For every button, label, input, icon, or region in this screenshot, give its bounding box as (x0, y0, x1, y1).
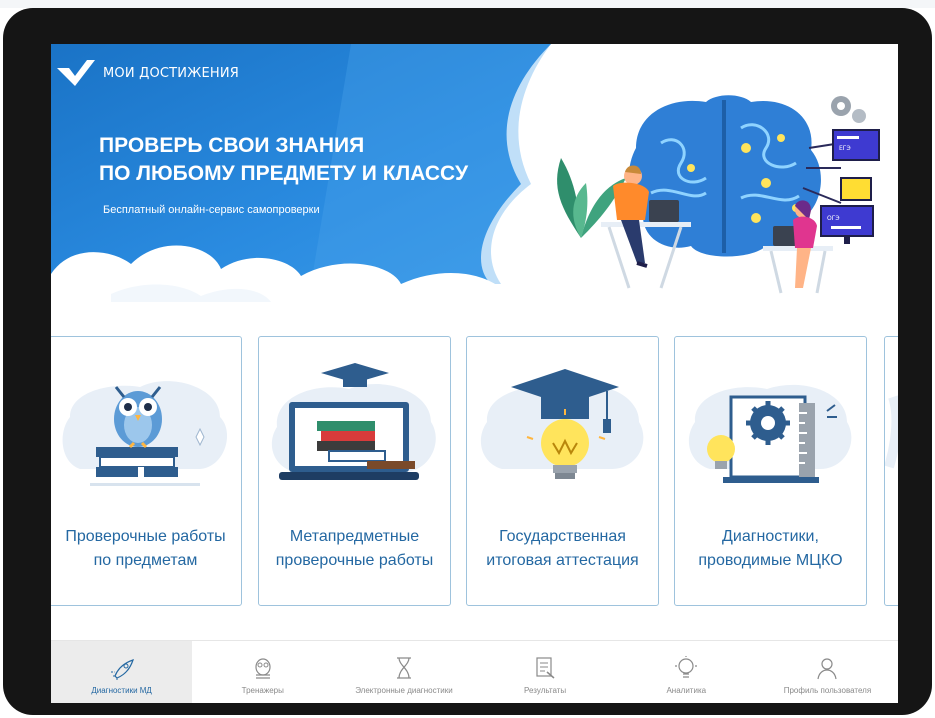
ege-screen-label: ЕГЭ (839, 145, 851, 152)
hero-banner: МОИ ДОСТИЖЕНИЯ ПРОВЕРЬ СВОИ ЗНАНИЯ ПО ЛЮ… (51, 44, 898, 334)
nav-item-results[interactable]: Результаты (475, 641, 616, 703)
card-subject-tests[interactable]: Проверочные работы по предметам (51, 336, 242, 606)
hourglass-icon (396, 657, 411, 679)
card-label: Метапредметные проверочные работы (259, 525, 450, 573)
lightbulb-icon (675, 656, 698, 678)
brand-logo[interactable]: МОИ ДОСТИЖЕНИЯ (57, 60, 239, 86)
card-label-line-1: Проверочные работы (65, 528, 226, 545)
card-metasubject-tests[interactable]: Метапредметные проверочные работы (258, 336, 451, 606)
brain-students-illustration: ЕГЭ ОГЭ (557, 95, 880, 294)
gear-ruler-icon (688, 384, 852, 483)
nav-label: Тренажеры (241, 686, 284, 695)
graduation-bulb-icon (480, 369, 644, 479)
nav-item-analytics[interactable]: Аналитика (616, 641, 757, 703)
checkmark-logo-icon (57, 60, 95, 86)
partial-card-illustration (885, 395, 898, 469)
nav-label: Результаты (524, 686, 567, 695)
nav-label: Электронные диагностики (355, 686, 453, 695)
owl-books-icon (62, 381, 228, 486)
nav-item-trainers[interactable]: Тренажеры (192, 641, 333, 703)
monitor-ege-icon: ЕГЭ (832, 129, 880, 161)
browser-top-strip (0, 0, 935, 8)
card-label-line-2: проводимые МЦКО (698, 552, 843, 569)
monitor-yellow-icon (840, 177, 872, 201)
card-label-line-2: проверочные работы (275, 552, 434, 569)
card-label-line-2: итоговая аттестация (486, 552, 639, 569)
nav-label: Аналитика (666, 686, 707, 695)
rocket-icon (110, 659, 134, 680)
card-label-line-1: Метапредметные (289, 528, 420, 545)
card-label: Государственная итоговая аттестация (467, 525, 658, 573)
oge-screen-label: ОГЭ (827, 215, 840, 222)
laptop-books-icon (271, 363, 436, 480)
card-label: г (885, 525, 898, 549)
card-mcko-diagnostics[interactable]: Диагностики, проводимые МЦКО (674, 336, 867, 606)
card-label: Диагностики, проводимые МЦКО (675, 525, 866, 573)
nav-item-diagnostics-md[interactable]: Диагностики МД (51, 641, 193, 703)
headline-line-1: ПРОВЕРЬ СВОИ ЗНАНИЯ (99, 134, 365, 157)
document-icon (536, 657, 555, 679)
nav-label: Профиль пользователя (783, 686, 872, 695)
gears-icon (831, 96, 866, 123)
tablet-frame: МОИ ДОСТИЖЕНИЯ ПРОВЕРЬ СВОИ ЗНАНИЯ ПО ЛЮ… (3, 8, 932, 715)
card-label-line-2: по предметам (93, 552, 198, 569)
bottom-navigation: Диагностики МД Тренажеры Электронные диа… (51, 640, 898, 703)
card-label-line-2: г (885, 525, 898, 549)
brand-name: МОИ ДОСТИЖЕНИЯ (103, 65, 239, 81)
card-partial-next[interactable]: г (884, 336, 898, 606)
nav-item-electronic-diagnostics[interactable]: Электронные диагностики (333, 641, 474, 703)
user-icon (817, 658, 838, 680)
banner-subtitle: Бесплатный онлайн-сервис самопроверки (103, 204, 320, 216)
card-label-line-1: Государственная (499, 528, 626, 545)
card-label: Проверочные работы по предметам (51, 525, 241, 573)
nav-item-user-profile[interactable]: Профиль пользователя (757, 641, 898, 703)
card-state-attestation[interactable]: Государственная итоговая аттестация (466, 336, 659, 606)
headline-line-2: ПО ЛЮБОМУ ПРЕДМЕТУ И КЛАССУ (99, 162, 469, 185)
owl-icon (255, 658, 271, 679)
banner-headline: ПРОВЕРЬ СВОИ ЗНАНИЯ ПО ЛЮБОМУ ПРЕДМЕТУ И… (99, 132, 468, 188)
app-screen: МОИ ДОСТИЖЕНИЯ ПРОВЕРЬ СВОИ ЗНАНИЯ ПО ЛЮ… (51, 44, 898, 703)
nav-label: Диагностики МД (91, 686, 152, 695)
monitor-oge-icon: ОГЭ (820, 205, 874, 244)
card-label-line-1: Диагностики, (722, 528, 819, 545)
